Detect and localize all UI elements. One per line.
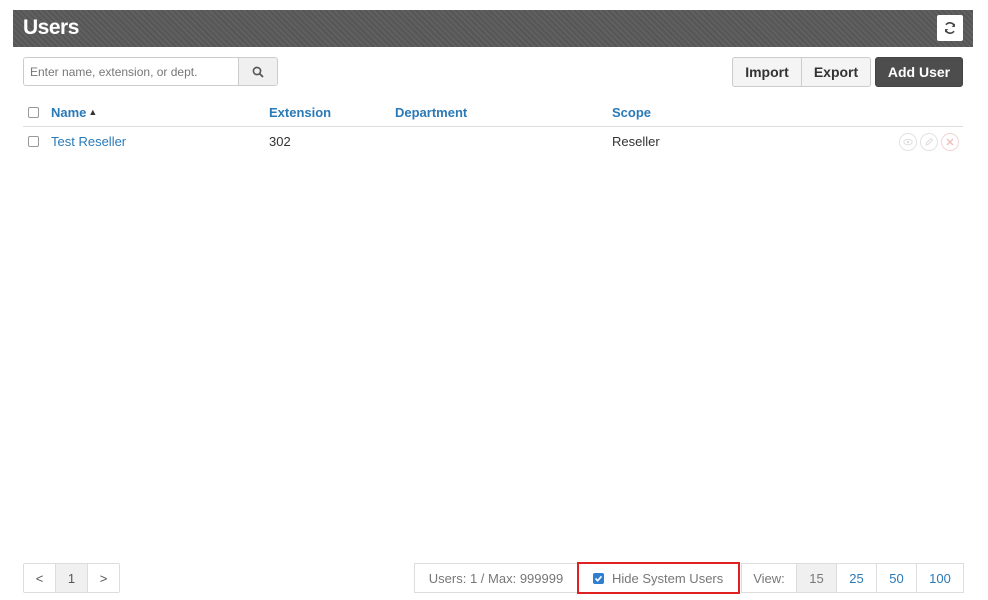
search-icon	[252, 66, 264, 78]
user-extension: 302	[269, 133, 291, 149]
edit-icon[interactable]	[920, 133, 938, 151]
hide-system-users-toggle[interactable]: Hide System Users	[577, 562, 740, 594]
column-label-name: Name	[51, 104, 87, 120]
page-title: Users	[23, 16, 79, 39]
pagination: < 1 >	[23, 563, 120, 593]
hide-system-users-label: Hide System Users	[612, 570, 724, 586]
column-header-name[interactable]: Name ▲	[51, 98, 97, 126]
view-option-100[interactable]: 100	[916, 563, 964, 593]
page-1-button[interactable]: 1	[55, 563, 88, 593]
column-header-scope[interactable]: Scope	[612, 98, 651, 126]
search-button[interactable]	[238, 58, 277, 85]
next-page-button[interactable]: >	[87, 563, 120, 593]
footer-status: Users: 1 / Max: 999999	[414, 563, 578, 593]
search-input[interactable]	[24, 58, 238, 85]
view-option-50[interactable]: 50	[876, 563, 917, 593]
hide-system-users-checkbox[interactable]	[593, 572, 604, 584]
view-option-15[interactable]: 15	[796, 563, 837, 593]
user-count-text: Users: 1 / Max: 999999	[414, 563, 578, 593]
search-box	[23, 57, 278, 86]
delete-icon[interactable]	[941, 133, 959, 151]
table-row: Test Reseller 302 Reseller	[23, 127, 963, 155]
header-bar: Users	[13, 10, 973, 47]
users-table: Name ▲ Extension Department Scope Test R…	[23, 98, 963, 155]
view-option-25[interactable]: 25	[836, 563, 877, 593]
view-icon[interactable]	[899, 133, 917, 151]
row-actions	[899, 133, 959, 151]
refresh-button[interactable]	[937, 15, 963, 41]
prev-page-button[interactable]: <	[23, 563, 56, 593]
sort-ascending-icon: ▲	[88, 107, 98, 117]
view-label: View:	[741, 563, 797, 593]
user-scope: Reseller	[612, 133, 660, 149]
import-button[interactable]: Import	[732, 57, 802, 87]
column-header-department[interactable]: Department	[395, 98, 467, 126]
refresh-icon	[944, 22, 956, 34]
select-all-checkbox[interactable]	[28, 106, 39, 118]
column-header-extension[interactable]: Extension	[269, 98, 331, 126]
view-size-selector: View: 15 25 50 100	[741, 563, 964, 593]
row-checkbox[interactable]	[28, 135, 39, 147]
user-name-link[interactable]: Test Reseller	[51, 127, 126, 155]
table-header: Name ▲ Extension Department Scope	[23, 98, 963, 127]
add-user-button[interactable]: Add User	[875, 57, 963, 87]
import-export-group: Import Export	[732, 57, 871, 87]
export-button[interactable]: Export	[802, 57, 871, 87]
